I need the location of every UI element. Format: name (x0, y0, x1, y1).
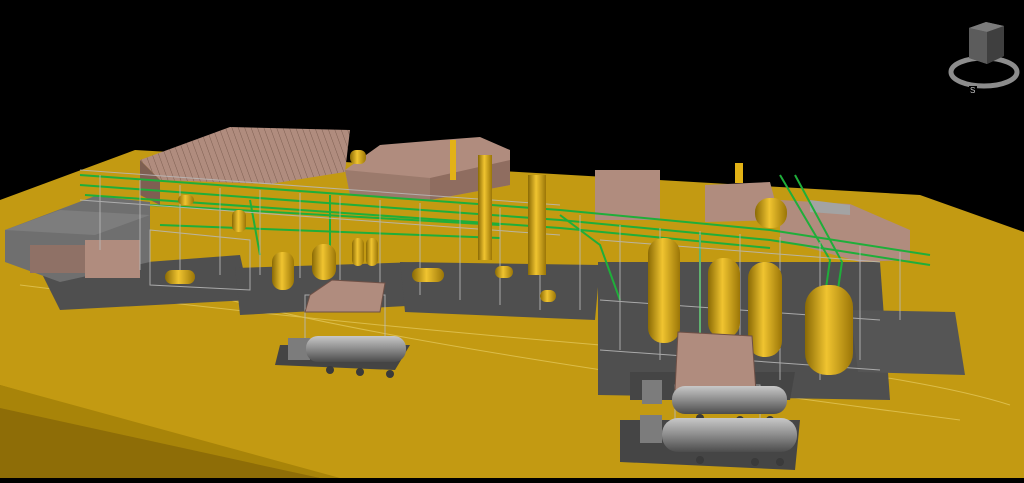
compass-south-label: S (970, 86, 975, 94)
viewcube-icon[interactable]: S (944, 14, 1020, 95)
3d-model-viewport[interactable] (0, 0, 1024, 478)
viewcube-navigation[interactable]: S (944, 14, 1020, 95)
